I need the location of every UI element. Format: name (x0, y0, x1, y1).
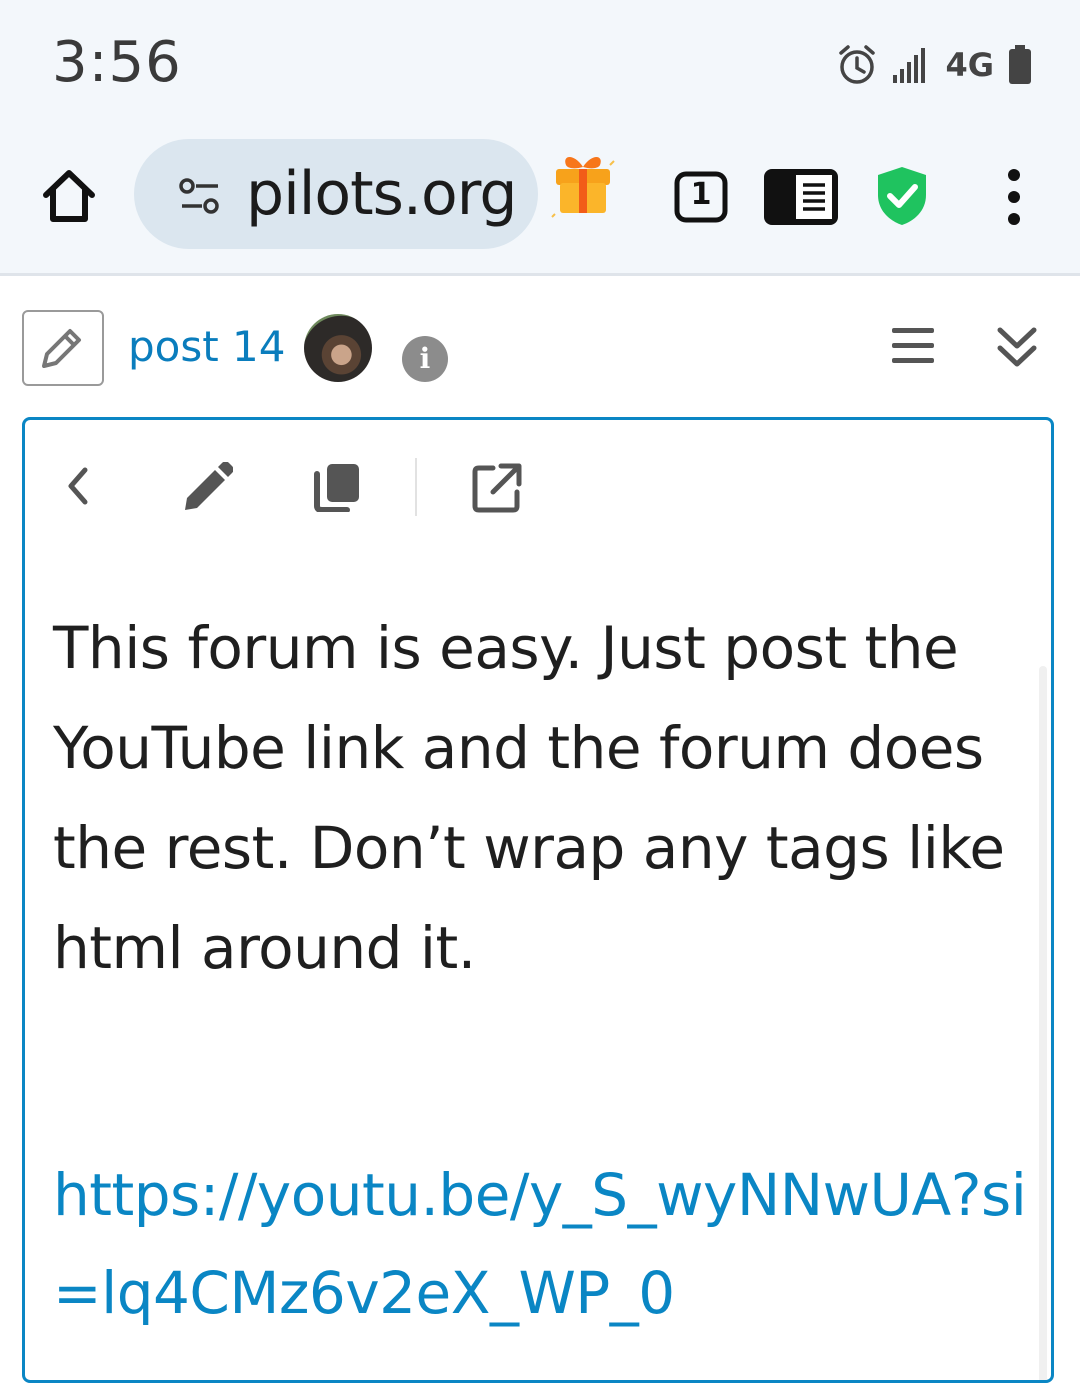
status-bar: 3:56 4G (0, 0, 1080, 125)
address-bar[interactable]: pilots.org (134, 139, 538, 249)
signal-icon (893, 48, 926, 83)
avatar[interactable] (304, 314, 372, 382)
double-chevron-down-icon[interactable] (996, 324, 1038, 370)
copy-icon[interactable] (313, 462, 361, 512)
site-settings-icon[interactable] (178, 176, 222, 216)
open-external-icon[interactable] (471, 462, 523, 514)
battery-icon (1009, 45, 1031, 84)
scrollbar[interactable] (1039, 666, 1047, 1380)
toolbar-divider (415, 458, 417, 516)
status-icons: 4G (837, 40, 1032, 90)
network-label: 4G (945, 46, 994, 84)
gift-icon[interactable] (548, 145, 618, 225)
post-body: This forum is easy. Just post the YouTub… (53, 598, 1013, 998)
edit-post-button[interactable] (22, 310, 104, 386)
post-card-toolbar (25, 420, 1051, 540)
tab-count: 1 (690, 177, 712, 212)
edit-pencil-icon[interactable] (181, 462, 233, 514)
back-chevron-icon[interactable] (61, 464, 95, 508)
hamburger-icon[interactable] (890, 326, 936, 366)
home-icon[interactable] (38, 165, 100, 227)
browser-toolbar: pilots.org 1 (0, 125, 1080, 276)
info-icon[interactable]: i (402, 336, 448, 382)
post-number-link[interactable]: post 14 (128, 322, 286, 371)
post-card: This forum is easy. Just post the YouTub… (22, 417, 1054, 1383)
alarm-icon (839, 45, 876, 84)
url-text: pilots.org (246, 159, 517, 229)
reader-mode-icon[interactable] (764, 169, 838, 225)
status-time: 3:56 (52, 30, 182, 95)
pencil-icon (42, 329, 81, 368)
shield-check-icon[interactable] (874, 165, 930, 227)
youtube-link[interactable]: https://youtu.be/y_S_wyNNwUA?si=lq4CMz6v… (53, 1146, 1043, 1342)
tabs-button[interactable]: 1 (674, 171, 728, 223)
post-body-text: This forum is easy. Just post the YouTub… (53, 614, 1005, 982)
more-vert-icon[interactable] (996, 165, 1032, 231)
